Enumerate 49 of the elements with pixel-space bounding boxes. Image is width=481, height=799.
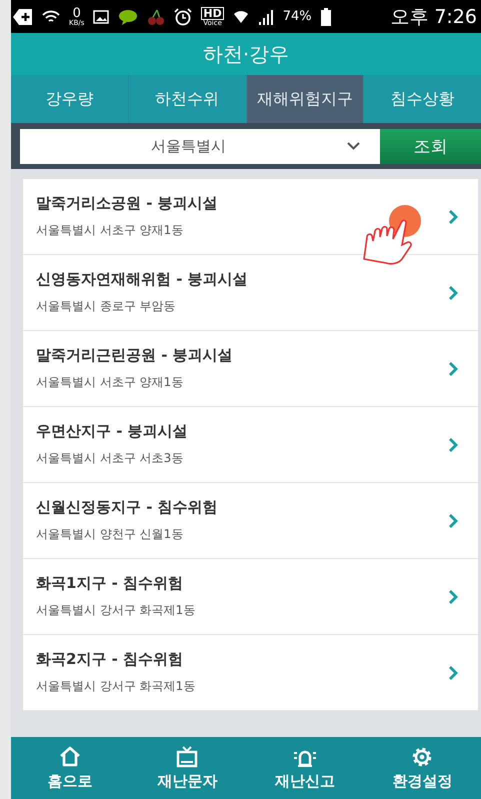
- item-title: 화곡2지구 - 침수위험: [36, 650, 184, 669]
- nav-button[interactable]: 재난신고: [246, 737, 364, 799]
- signal-icon: [258, 8, 274, 24]
- battery-percent: 74%: [282, 9, 312, 24]
- region-dropdown[interactable]: 서울특별시: [20, 128, 380, 164]
- image-icon: [93, 10, 110, 24]
- chat-bubble-icon: [118, 8, 138, 24]
- wifi-icon: [42, 8, 60, 24]
- item-title: 말죽거리근린공원 - 붕괴시설: [36, 346, 234, 365]
- cherry-icon: [147, 8, 166, 26]
- item-title: 우면산지구 - 붕괴시설: [36, 422, 189, 441]
- list-item[interactable]: 화곡2지구 - 침수위험 서울특별시 강서구 화곡제1동: [23, 635, 478, 711]
- list-item[interactable]: 우면산지구 - 붕괴시설 서울특별시 서초구 서초3동: [23, 407, 478, 483]
- nav-button[interactable]: 재난문자: [128, 737, 246, 799]
- nav-button[interactable]: 환경설정: [364, 737, 481, 799]
- item-title: 신영동자연재해위험 - 붕괴시설: [36, 270, 249, 289]
- chevron-right-icon: [448, 588, 458, 604]
- item-address: 서울특별시 강서구 화곡제1동: [36, 602, 196, 619]
- search-button[interactable]: 조회: [380, 128, 481, 164]
- chevron-right-icon: [448, 512, 458, 528]
- item-address: 서울특별시 종로구 부암동: [36, 298, 177, 315]
- screen-title: 하천·강우: [202, 40, 290, 68]
- item-title: 말죽거리소공원 - 붕괴시설: [36, 194, 219, 213]
- alarm-clock-icon: [174, 8, 192, 26]
- tab[interactable]: 재해위험지구: [246, 75, 364, 123]
- item-title: 신월신정동지구 - 침수위험: [36, 498, 219, 517]
- speed-value: 0: [72, 6, 81, 20]
- nav-button[interactable]: 홈으로: [11, 737, 128, 799]
- battery-icon: [320, 8, 331, 26]
- list-item[interactable]: 화곡1지구 - 침수위험 서울특별시 강서구 화곡제1동: [23, 559, 478, 635]
- item-address: 서울특별시 서초구 양재1동: [36, 374, 184, 391]
- list-item[interactable]: 말죽거리근린공원 - 붕괴시설 서울특별시 서초구 양재1동: [23, 331, 478, 407]
- chevron-right-icon: [448, 436, 458, 452]
- clock-time: 오후 7:26: [390, 4, 477, 30]
- chevron-right-icon: [448, 664, 458, 680]
- chevron-right-icon: [448, 360, 458, 376]
- home-icon: [58, 745, 82, 769]
- item-address: 서울특별시 서초구 양재1동: [36, 222, 184, 239]
- chevron-down-icon: [347, 142, 360, 150]
- wifi-icon: [232, 8, 249, 24]
- item-address: 서울특별시 서초구 서초3동: [36, 450, 184, 467]
- chevron-right-icon: [448, 208, 458, 224]
- item-address: 서울특별시 양천구 신월1동: [36, 526, 184, 543]
- item-address: 서울특별시 강서구 화곡제1동: [36, 678, 196, 695]
- list-item[interactable]: 신월신정동지구 - 침수위험 서울특별시 양천구 신월1동: [23, 483, 478, 559]
- item-title: 화곡1지구 - 침수위험: [36, 574, 184, 593]
- chevron-right-icon: [448, 284, 458, 300]
- hd-label: HD: [201, 6, 224, 20]
- tv-icon: [175, 745, 200, 769]
